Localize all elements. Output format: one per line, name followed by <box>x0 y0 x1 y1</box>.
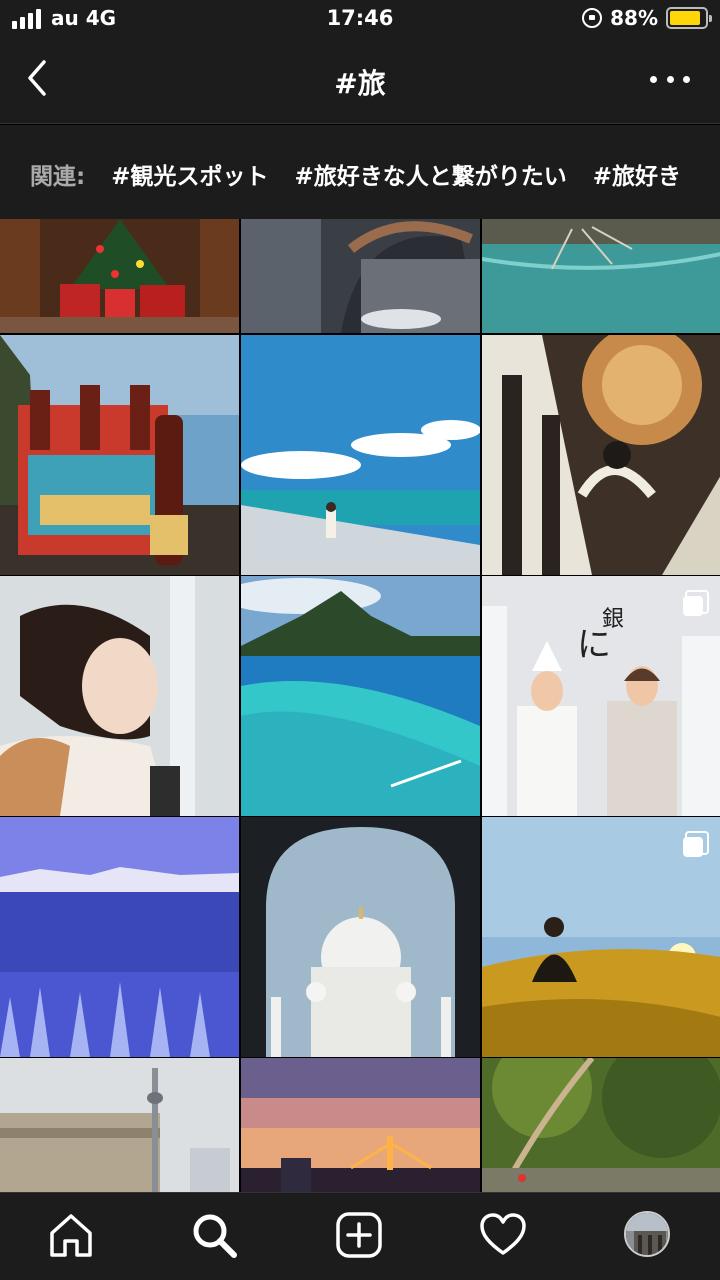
tab-profile[interactable] <box>624 1211 670 1257</box>
related-tags-bar: 関連: #観光スポット #旅好きな人と繋がりたい #旅好き <box>0 125 720 219</box>
svg-text:に: に <box>577 627 611 664</box>
post-thumbnail[interactable] <box>0 1058 239 1192</box>
post-thumbnail[interactable] <box>241 1058 480 1192</box>
bottom-tab-bar <box>0 1192 720 1280</box>
related-tag[interactable]: #観光スポット <box>111 157 268 191</box>
profile-avatar <box>626 1213 668 1255</box>
search-icon <box>193 1214 237 1258</box>
related-tag[interactable]: #旅好き <box>593 157 681 191</box>
photo-grid: 銀 に <box>0 219 720 1192</box>
tab-activity[interactable] <box>479 1211 527 1259</box>
more-horizontal-icon <box>650 75 657 83</box>
post-thumbnail[interactable] <box>0 335 239 575</box>
battery-fill <box>670 11 700 25</box>
tab-search[interactable] <box>190 1211 238 1259</box>
related-tags-list: 関連: #観光スポット #旅好きな人と繋がりたい #旅好き <box>30 157 681 191</box>
post-thumbnail[interactable] <box>241 335 480 575</box>
battery-percent: 88% <box>610 6 658 30</box>
post-thumbnail[interactable] <box>0 817 239 1057</box>
tab-new-post[interactable] <box>335 1211 383 1259</box>
activity-heart-icon <box>480 1213 526 1255</box>
more-options-button[interactable] <box>650 64 690 94</box>
related-tag[interactable]: #旅好きな人と繋がりたい <box>294 157 566 191</box>
post-thumbnail[interactable] <box>0 576 239 816</box>
post-thumbnail[interactable] <box>482 219 720 333</box>
multiple-photos-icon <box>683 831 709 857</box>
post-thumbnail[interactable]: 銀 に <box>482 576 720 816</box>
home-icon <box>50 1214 92 1257</box>
page-title: #旅 <box>334 67 386 100</box>
status-right: 88% <box>582 6 712 30</box>
add-post-icon <box>336 1212 382 1258</box>
post-thumbnail[interactable] <box>482 335 720 575</box>
tab-home[interactable] <box>47 1211 95 1259</box>
multiple-photos-icon <box>683 590 709 616</box>
post-thumbnail[interactable] <box>482 1058 720 1192</box>
post-thumbnail[interactable] <box>0 219 239 333</box>
post-thumbnail[interactable] <box>241 219 480 333</box>
related-label: 関連: <box>30 164 86 190</box>
post-thumbnail[interactable] <box>241 817 480 1057</box>
post-thumbnail[interactable] <box>482 817 720 1057</box>
rotation-lock-icon <box>582 8 603 28</box>
battery-icon <box>666 7 712 29</box>
post-thumbnail[interactable] <box>241 576 480 816</box>
hashtag-header: #旅 <box>0 40 720 124</box>
status-bar: au 4G 17:46 88% <box>0 0 720 40</box>
